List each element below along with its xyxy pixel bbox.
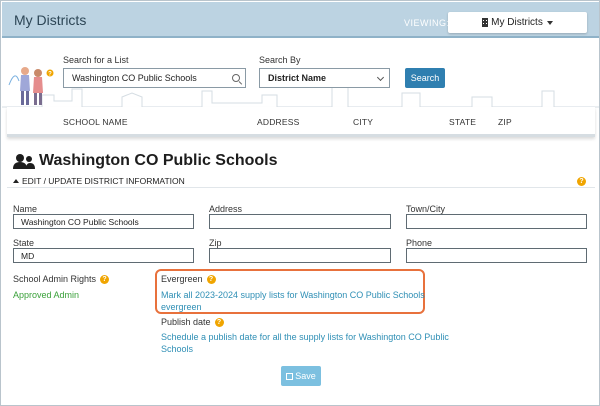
address-field[interactable]: [209, 214, 391, 229]
admin-rights-label: School Admin Rights ?: [13, 274, 110, 284]
publish-link-line2: Schools: [161, 344, 194, 354]
admin-status: Approved Admin: [13, 290, 80, 300]
save-button-label: Save: [295, 371, 316, 381]
search-by-select[interactable]: District Name: [259, 68, 390, 88]
district-title-text: Washington CO Public Schools: [39, 152, 278, 169]
town-field[interactable]: [406, 214, 587, 229]
column-header-school-name[interactable]: SCHOOL NAME: [63, 117, 128, 127]
column-header-state[interactable]: STATE: [449, 117, 476, 127]
publish-date-label: Publish date ?: [161, 317, 224, 327]
search-list-label: Search for a List: [63, 55, 129, 65]
users-icon: [13, 154, 35, 169]
help-icon[interactable]: ?: [100, 274, 110, 284]
caret-down-icon: [546, 20, 553, 25]
evergreen-link-line2: evergreen: [161, 302, 202, 312]
help-icon[interactable]: ?: [214, 317, 224, 327]
view-dropdown[interactable]: My Districts: [448, 12, 587, 33]
state-label: State: [13, 238, 35, 248]
address-label: Address: [209, 204, 243, 214]
caret-up-icon: [13, 179, 19, 183]
column-header-address[interactable]: ADDRESS: [257, 117, 300, 127]
publish-date-link[interactable]: Schedule a publish date for all the supp…: [161, 331, 449, 355]
publish-date-text: Publish date: [161, 317, 211, 327]
name-label: Name: [13, 204, 38, 214]
app-window: My Districts VIEWING: My Districts ? Sea…: [0, 0, 600, 406]
edit-icon: [286, 372, 294, 380]
publish-link-line1: Schedule a publish date for all the supp…: [161, 332, 449, 342]
save-button[interactable]: Save: [281, 366, 321, 386]
column-header-zip[interactable]: ZIP: [498, 117, 512, 127]
admin-rights-text: School Admin Rights: [13, 274, 97, 284]
state-field[interactable]: MD: [13, 248, 194, 263]
phone-label: Phone: [406, 238, 433, 248]
phone-field[interactable]: [406, 248, 587, 263]
chevron-down-icon: [376, 73, 385, 82]
help-icon[interactable]: ?: [577, 177, 586, 186]
search-input-value: Washington CO Public Schools: [72, 73, 197, 83]
search-icon[interactable]: [232, 74, 240, 82]
evergreen-label-text: Evergreen: [161, 274, 203, 284]
evergreen-link[interactable]: Mark all 2023-2024 supply lists for Wash…: [161, 289, 425, 313]
name-field-value: Washington CO Public Schools: [21, 216, 139, 227]
zip-field[interactable]: [209, 248, 391, 263]
viewing-label: VIEWING:: [404, 18, 450, 28]
divider: [7, 187, 595, 188]
search-input[interactable]: Washington CO Public Schools: [63, 68, 246, 88]
state-field-value: MD: [21, 250, 35, 261]
page-header: My Districts VIEWING: My Districts: [2, 2, 599, 38]
building-icon: [482, 18, 489, 27]
results-table-header: SCHOOL NAME ADDRESS CITY STATE ZIP: [7, 107, 595, 137]
town-label: Town/City: [406, 204, 446, 214]
district-title: Washington CO Public Schools: [13, 152, 278, 170]
evergreen-link-line1: Mark all 2023-2024 supply lists for Wash…: [161, 290, 425, 300]
search-button[interactable]: Search: [405, 68, 445, 88]
help-icon[interactable]: ?: [206, 274, 216, 284]
help-glyph: ?: [48, 72, 52, 78]
search-by-value: District Name: [268, 73, 327, 83]
kids-illustration: ?: [8, 67, 54, 105]
column-header-city[interactable]: CITY: [353, 117, 373, 127]
edit-district-toggle[interactable]: EDIT / UPDATE DISTRICT INFORMATION: [13, 176, 185, 186]
name-field[interactable]: Washington CO Public Schools: [13, 214, 194, 229]
search-by-label: Search By: [259, 55, 301, 65]
page-title: My Districts: [14, 12, 87, 28]
view-dropdown-label: My Districts: [491, 17, 543, 28]
zip-label: Zip: [209, 238, 222, 248]
evergreen-label: Evergreen ?: [161, 274, 216, 284]
edit-district-label: EDIT / UPDATE DISTRICT INFORMATION: [22, 176, 185, 186]
